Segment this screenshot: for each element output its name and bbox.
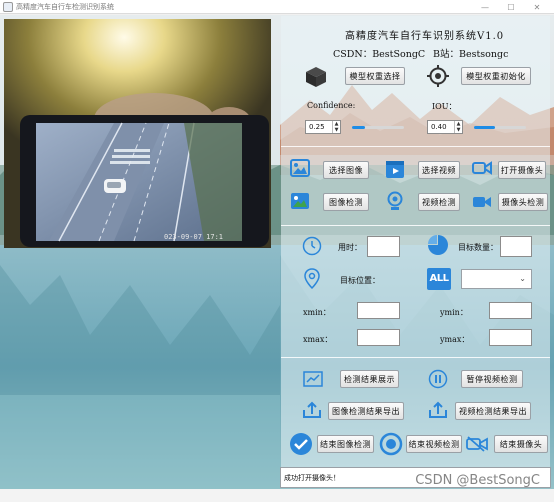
model-weight-select-button[interactable]: 模型权重选择	[345, 67, 405, 85]
section-divider	[281, 357, 550, 358]
ymin-label: ymin：	[440, 308, 468, 317]
video-display: 023-09-07 17:1	[4, 19, 271, 248]
svg-text:023-09-07 17:1: 023-09-07 17:1	[164, 233, 223, 241]
export-video-results-button[interactable]: 视频检测结果导出	[455, 402, 531, 420]
minimize-button[interactable]: —	[472, 3, 498, 12]
bottom-strip	[0, 489, 554, 502]
confidence-label: Confidence:	[307, 101, 356, 110]
iou-value: 0.40	[431, 123, 447, 131]
section-divider	[281, 146, 550, 147]
window-titlebar: 高精度汽车自行车检测识别系统 — ☐ ✕	[0, 0, 554, 14]
target-crosshair-icon	[427, 65, 449, 87]
spin-arrows-icon[interactable]: ▲ ▼	[454, 121, 462, 133]
app-title: 高精度汽车自行车识别系统V1.0	[345, 31, 505, 42]
xmin-output	[357, 302, 400, 319]
chevron-down-icon: ⌄	[519, 274, 526, 283]
video-detect-button[interactable]: 视频检测	[418, 193, 460, 211]
all-targets-icon: ALL	[427, 268, 451, 290]
image-detect-button[interactable]: 图像检测	[323, 193, 369, 211]
video-file-icon	[386, 161, 404, 178]
show-results-button[interactable]: 检测结果展示	[340, 370, 399, 388]
webcam-icon	[387, 191, 403, 210]
camera-off-icon	[466, 436, 488, 452]
confidence-slider[interactable]	[352, 126, 404, 129]
spin-arrows-icon[interactable]: ▲ ▼	[332, 121, 340, 133]
cube-icon	[306, 67, 326, 87]
window-title: 高精度汽车自行车检测识别系统	[16, 2, 114, 11]
window-controls: — ☐ ✕	[472, 0, 550, 14]
select-video-button[interactable]: 选择视频	[418, 161, 460, 179]
csdn-label: CSDN：BestSongC	[333, 49, 426, 60]
bilibili-label: B站：Bestsongc	[433, 49, 509, 60]
target-count-output	[500, 236, 532, 257]
xmax-output	[357, 329, 400, 346]
image-detect-icon	[291, 193, 309, 209]
video-camera-icon	[472, 161, 492, 175]
target-select-dropdown[interactable]: ⌄	[461, 269, 532, 289]
pause-icon	[428, 369, 448, 389]
section-divider	[281, 225, 550, 226]
select-image-button[interactable]: 选择图像	[323, 161, 369, 179]
upload-icon	[303, 401, 321, 418]
pause-video-button[interactable]: 暂停视频检测	[461, 370, 523, 388]
ymax-label: ymax：	[440, 335, 470, 344]
stop-circle-icon	[379, 432, 403, 456]
clock-icon	[302, 236, 322, 256]
xmin-label: xmin：	[303, 308, 331, 317]
end-video-detect-button[interactable]: 结束视频检测	[406, 435, 462, 453]
csdn-watermark: CSDN @BestSongC	[415, 473, 540, 488]
status-message: 成功打开摄像头！	[284, 473, 340, 482]
open-camera-button[interactable]: 打开摄像头	[498, 161, 546, 179]
iou-label: IOU：	[432, 102, 457, 111]
end-image-detect-button[interactable]: 结束图像检测	[317, 435, 374, 453]
maximize-button[interactable]: ☐	[498, 3, 524, 12]
check-circle-icon	[290, 433, 312, 455]
time-label: 用时：	[338, 243, 362, 252]
iou-slider[interactable]	[474, 126, 526, 129]
upload-icon	[429, 401, 447, 418]
iou-slider-fill	[474, 126, 495, 129]
line-chart-icon	[303, 371, 323, 387]
image-icon	[290, 159, 310, 177]
camera-detect-icon	[473, 197, 491, 207]
ymax-output	[489, 329, 532, 346]
confidence-value: 0.25	[309, 123, 325, 131]
end-camera-button[interactable]: 结束摄像头	[494, 435, 548, 453]
confidence-spinbox[interactable]: 0.25 ▲ ▼	[305, 120, 341, 134]
app-icon	[3, 1, 13, 12]
export-image-results-button[interactable]: 图像检测结果导出	[328, 402, 404, 420]
target-position-label: 目标位置：	[340, 276, 380, 285]
close-button[interactable]: ✕	[524, 3, 550, 12]
iou-spinbox[interactable]: 0.40 ▲ ▼	[427, 120, 463, 134]
confidence-slider-fill	[352, 126, 365, 129]
target-count-label: 目标数量：	[458, 243, 498, 252]
camera-frame-image: 023-09-07 17:1	[4, 19, 271, 248]
ymin-output	[489, 302, 532, 319]
location-pin-icon	[304, 268, 320, 290]
xmax-label: xmax：	[303, 335, 333, 344]
time-output	[367, 236, 400, 257]
pie-chart-icon	[428, 235, 448, 255]
model-weight-init-button[interactable]: 模型权重初始化	[461, 67, 531, 85]
camera-detect-button[interactable]: 摄像头检测	[498, 193, 548, 211]
